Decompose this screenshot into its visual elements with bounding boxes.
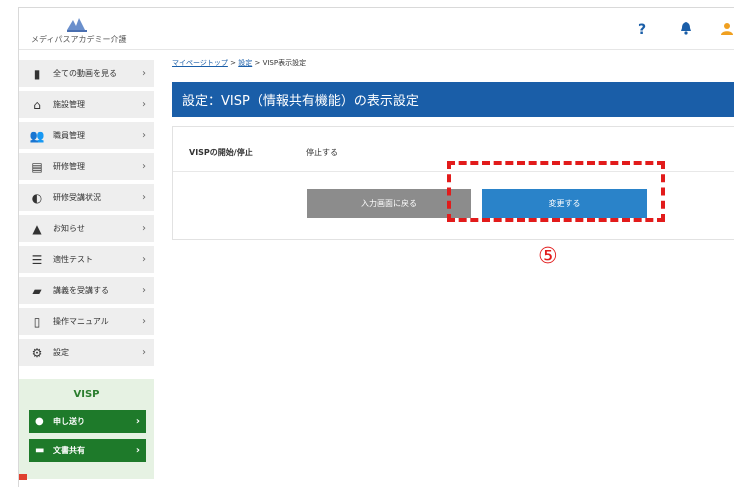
chat-icon: ● — [35, 416, 44, 427]
breadcrumb-home-link[interactable]: マイページトップ — [172, 59, 228, 67]
document-icon: ▯ — [33, 314, 41, 329]
chevron-right-icon: › — [135, 445, 140, 456]
sidebar-item-training-status[interactable]: ◐ 研修受講状況 › — [19, 184, 154, 211]
page-title: 設定：VISP（情報共有機能）の表示設定 — [182, 94, 419, 109]
sidebar-item-label: 全ての動画を見る — [53, 69, 117, 78]
document-share-button[interactable]: ▬ 文書共有 › — [29, 439, 146, 462]
chevron-right-icon: › — [135, 416, 140, 427]
clipboard-icon: ▤ — [31, 159, 43, 174]
sidebar-item-aptitude-test[interactable]: ☰ 適性テスト › — [19, 246, 154, 273]
chevron-right-icon: › — [142, 223, 146, 234]
user-icon[interactable] — [721, 22, 733, 39]
chevron-right-icon: › — [142, 161, 146, 172]
sidebar-item-staff[interactable]: 👥 職員管理 › — [19, 122, 154, 149]
chevron-right-icon: › — [142, 254, 146, 265]
highlight-box — [447, 161, 665, 222]
sidebar-item-label: 研修受講状況 — [53, 193, 101, 202]
sidebar-item-label: 操作マニュアル — [53, 317, 109, 326]
app-frame: メディパスアカデミー介護 ? ▮ 全ての動画を見る › ⌂ 施設管理 › 👥 職員管理 › … — [18, 7, 734, 487]
chevron-right-icon: › — [142, 130, 146, 141]
page-title-bar: 設定：VISP（情報共有機能）の表示設定 — [172, 82, 734, 117]
sidebar-item-attend-lecture[interactable]: ▰ 講義を受講する › — [19, 277, 154, 304]
visp-setting-value: 停止する — [306, 148, 338, 157]
pie-chart-icon: ◐ — [31, 190, 43, 205]
video-icon: ▮ — [33, 66, 41, 81]
chevron-right-icon: › — [142, 192, 146, 203]
step-marker: ⑤ — [538, 244, 558, 269]
gear-icon: ⚙ — [31, 345, 43, 360]
staff-icon: 👥 — [29, 128, 45, 143]
breadcrumb-current: VISP表示設定 — [262, 59, 307, 67]
bell-icon[interactable] — [680, 22, 692, 39]
sidebar-item-training[interactable]: ▤ 研修管理 › — [19, 153, 154, 180]
folder-icon: ▬ — [35, 445, 45, 456]
sidebar-item-label: 施設管理 — [53, 100, 85, 109]
handover-button[interactable]: ● 申し送り › — [29, 410, 146, 433]
sidebar-item-label: お知らせ — [53, 224, 85, 233]
sidebar-item-notices[interactable]: ▲ お知らせ › — [19, 215, 154, 242]
sidebar-item-manual[interactable]: ▯ 操作マニュアル › — [19, 308, 154, 335]
graduation-cap-icon: ▰ — [32, 283, 42, 298]
sidebar-item-label: 適性テスト — [53, 255, 93, 264]
chevron-right-icon: › — [142, 285, 146, 296]
breadcrumb-separator: > — [230, 59, 236, 67]
logo-text: メディパスアカデミー介護 — [31, 35, 127, 44]
visp-panel: VISP ● 申し送り › ▬ 文書共有 › — [19, 379, 154, 479]
bell-icon: ▲ — [32, 221, 42, 236]
logo[interactable]: メディパスアカデミー介護 — [31, 16, 131, 46]
chevron-right-icon: › — [142, 316, 146, 327]
handover-label: 申し送り — [53, 417, 85, 426]
visp-setting-label: VISPの開始/停止 — [189, 148, 253, 157]
corner-mark — [19, 474, 27, 480]
sidebar-item-facility[interactable]: ⌂ 施設管理 › — [19, 91, 154, 118]
breadcrumb-separator: > — [254, 59, 261, 67]
sidebar-item-label: 研修管理 — [53, 162, 85, 171]
document-share-label: 文書共有 — [53, 446, 85, 455]
header: メディパスアカデミー介護 ? — [19, 8, 734, 50]
sidebar-item-label: 設定 — [53, 348, 69, 357]
sidebar-item-label: 職員管理 — [53, 131, 85, 140]
help-icon[interactable]: ? — [638, 22, 646, 38]
chevron-right-icon: › — [142, 347, 146, 358]
chevron-right-icon: › — [142, 99, 146, 110]
sidebar-item-settings[interactable]: ⚙ 設定 › — [19, 339, 154, 366]
chevron-right-icon: › — [142, 68, 146, 79]
visp-title: VISP — [73, 389, 100, 400]
breadcrumb-settings-link[interactable]: 設定 — [238, 59, 252, 67]
sidebar-item-all-videos[interactable]: ▮ 全ての動画を見る › — [19, 60, 154, 87]
logo-mark-icon — [67, 18, 87, 32]
sidebar-item-label: 講義を受講する — [53, 286, 109, 295]
breadcrumb: マイページトップ > 設定 > VISP表示設定 — [172, 58, 306, 68]
checklist-icon: ☰ — [31, 252, 43, 267]
sidebar: ▮ 全ての動画を見る › ⌂ 施設管理 › 👥 職員管理 › ▤ 研修管理 › ◐ 研修受講状況 ›… — [19, 60, 154, 370]
house-icon: ⌂ — [33, 97, 41, 112]
